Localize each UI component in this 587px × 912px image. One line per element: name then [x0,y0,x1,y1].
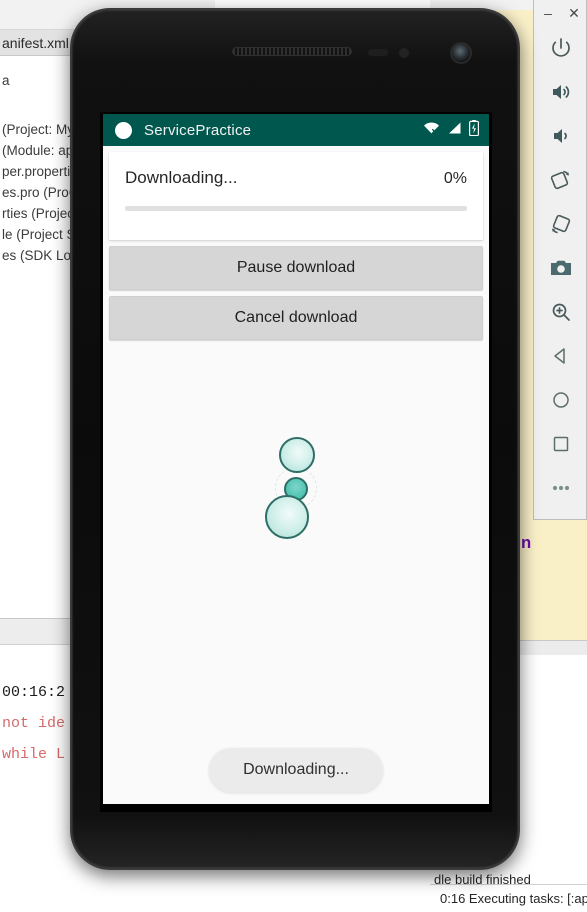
zoom-icon[interactable] [534,290,587,334]
battery-charging-icon [469,119,480,141]
spinner-bubble-top-icon [279,437,315,473]
rotate-right-icon[interactable] [534,202,587,246]
progress-header-row: Downloading... 0% [125,168,467,188]
wifi-off-icon [423,121,440,140]
download-progress-card: Downloading... 0% [109,152,483,240]
toast-container: Downloading... [103,748,489,792]
app-circle-icon [115,121,132,139]
loading-spinner [261,437,331,539]
more-icon[interactable] [534,466,587,510]
close-icon[interactable]: ✕ [566,5,582,21]
minimize-icon[interactable]: – [540,5,556,21]
ide-status-bar: 0:16 Executing tasks: [:ap [430,884,587,912]
toast-message: Downloading... [209,748,383,792]
emulator-side-toolbar: – ✕ [533,0,587,520]
volume-up-icon[interactable] [534,70,587,114]
spinner-bubble-bottom-icon [265,495,309,539]
emulator-device-frame: ServicePractice Downloading... 0% Pause … [70,8,520,870]
home-icon[interactable] [534,378,587,422]
progress-bar-track [125,206,467,211]
ide-tab-androidmanifest[interactable]: anifest.xml [2,35,69,51]
download-controls: Pause download Cancel download [103,246,489,340]
earpiece-speaker [232,47,352,56]
app-content: Downloading... 0% Pause download Cancel … [103,152,489,804]
pause-download-button[interactable]: Pause download [109,246,483,290]
rotate-left-icon[interactable] [534,158,587,202]
cancel-download-button[interactable]: Cancel download [109,296,483,340]
signal-icon [447,121,462,140]
front-camera-icon [450,42,472,64]
power-icon[interactable] [534,26,587,70]
screenshot-icon[interactable] [534,246,587,290]
progress-percent: 0% [443,170,467,187]
light-sensor-icon [399,48,409,58]
screenshot-root: anifest.xml a (Project: MyA (Module: ap … [0,0,587,912]
device-screen: ServicePractice Downloading... 0% Pause … [103,114,489,804]
proximity-sensor-icon [368,49,388,56]
emulator-window-controls: – ✕ [534,0,586,26]
volume-down-icon[interactable] [534,114,587,158]
loading-spinner-container [103,437,489,539]
app-title: ServicePractice [144,121,252,139]
back-icon[interactable] [534,334,587,378]
app-status-bar: ServicePractice [103,114,489,146]
overview-icon[interactable] [534,422,587,466]
progress-label: Downloading... [125,168,238,187]
system-status-icons [423,119,480,141]
